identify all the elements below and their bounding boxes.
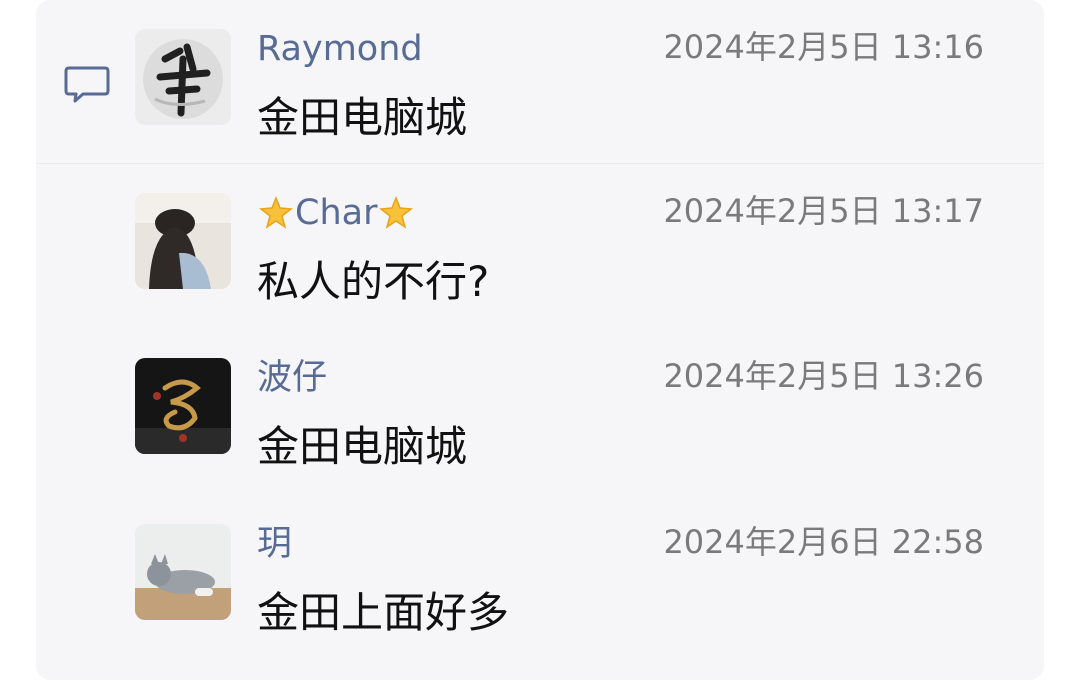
star-emoji-icon bbox=[259, 196, 293, 229]
comment-timestamp: 2024年2月5日 13:17 bbox=[663, 192, 984, 230]
comment-text: 金田电脑城 bbox=[257, 93, 468, 142]
comment-row[interactable]: Char 2024年2月5日 13:17 私人的不行? bbox=[0, 164, 1080, 324]
commenter-name[interactable]: 波仔 bbox=[257, 358, 327, 398]
dark-logo-avatar[interactable] bbox=[135, 358, 231, 454]
comment-row[interactable]: 玥 2024年2月6日 22:58 金田上面好多 bbox=[0, 495, 1080, 655]
comment-text: 金田电脑城 bbox=[257, 422, 468, 471]
comment-text: 私人的不行? bbox=[257, 257, 490, 306]
commenter-name[interactable]: 玥 bbox=[257, 524, 292, 564]
comment-timestamp: 2024年2月5日 13:16 bbox=[663, 28, 984, 66]
comment-timestamp: 2024年2月6日 22:58 bbox=[663, 523, 984, 561]
comment-timestamp: 2024年2月5日 13:26 bbox=[663, 357, 984, 395]
comment-row[interactable]: Raymond 2024年2月5日 13:16 金田电脑城 bbox=[0, 0, 1080, 160]
comment-row[interactable]: 波仔 2024年2月5日 13:26 金田电脑城 bbox=[0, 329, 1080, 489]
comment-text: 金田上面好多 bbox=[257, 588, 510, 637]
star-emoji-icon bbox=[379, 196, 414, 229]
girl-photo-avatar[interactable] bbox=[135, 193, 231, 289]
commenter-name-text: Char bbox=[295, 193, 378, 233]
commenter-name[interactable]: Raymond bbox=[257, 29, 423, 69]
commenter-name[interactable]: Char bbox=[257, 193, 415, 233]
calligraphy-avatar[interactable] bbox=[135, 29, 231, 125]
cat-photo-avatar[interactable] bbox=[135, 524, 231, 620]
